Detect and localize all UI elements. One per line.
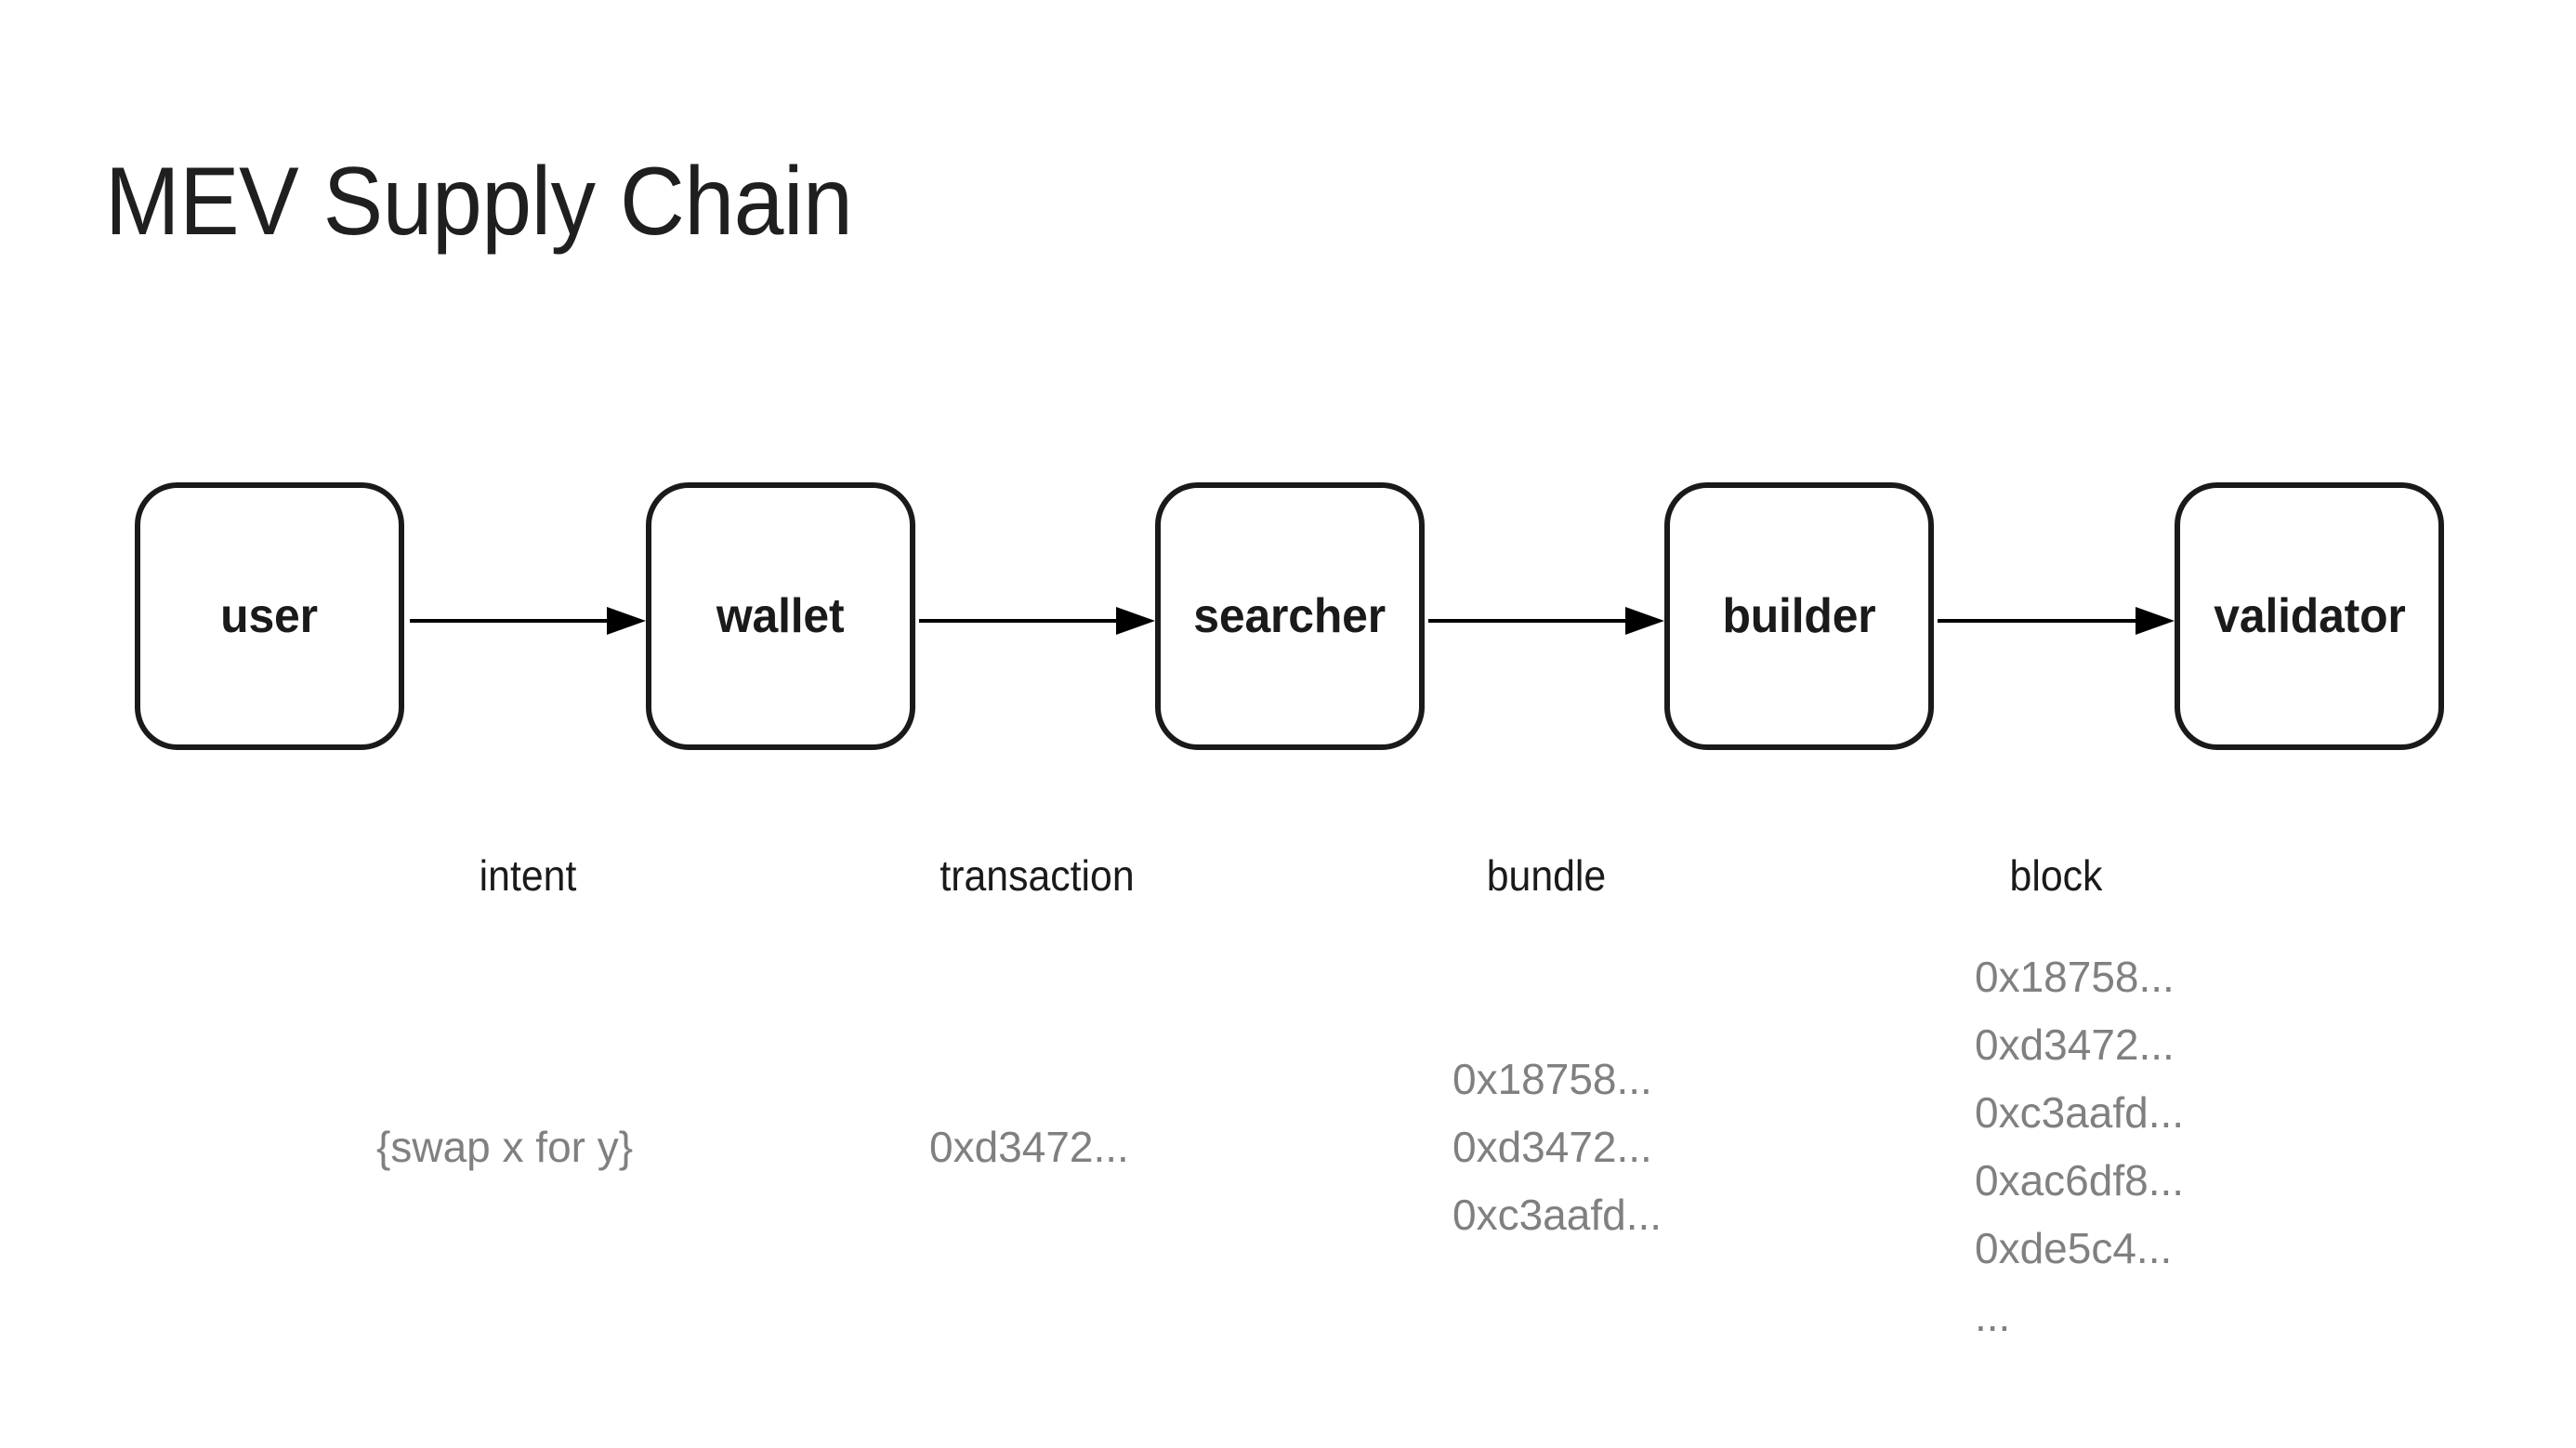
payload-block: 0x18758... 0xd3472... 0xc3aafd... 0xac6d… xyxy=(1975,943,2184,1350)
node-validator[interactable]: validator xyxy=(2175,482,2444,750)
arrow-head-icon xyxy=(2136,607,2175,635)
edge-label-transaction: transaction xyxy=(940,851,1135,900)
payload-line: 0xd3472... xyxy=(1452,1123,1652,1171)
arrow-searcher-to-builder xyxy=(1428,605,1664,637)
payload-intent: {swap x for y} xyxy=(376,1113,633,1181)
node-builder[interactable]: builder xyxy=(1664,482,1934,750)
payload-line: 0xde5c4... xyxy=(1975,1224,2173,1272)
arrow-user-to-wallet xyxy=(410,605,646,637)
payload-line: 0xc3aafd... xyxy=(1975,1088,2185,1137)
arrow-wallet-to-searcher xyxy=(919,605,1155,637)
edge-label-bundle: bundle xyxy=(1486,851,1607,900)
node-searcher[interactable]: searcher xyxy=(1155,482,1425,750)
payload-line: ... xyxy=(1975,1292,2011,1340)
payload-bundle: 0x18758... 0xd3472... 0xc3aafd... xyxy=(1452,1046,1662,1249)
arrow-builder-to-validator xyxy=(1938,605,2175,637)
edge-label-intent: intent xyxy=(479,851,577,900)
payload-line: 0x18758... xyxy=(1975,953,2175,1001)
page-title: MEV Supply Chain xyxy=(105,148,853,256)
node-wallet[interactable]: wallet xyxy=(646,482,915,750)
payload-line: 0xd3472... xyxy=(1975,1020,2175,1069)
node-user-label: user xyxy=(220,589,319,643)
arrow-head-icon xyxy=(1625,607,1664,635)
arrow-head-icon xyxy=(607,607,646,635)
arrow-head-icon xyxy=(1116,607,1155,635)
node-wallet-label: wallet xyxy=(716,589,845,643)
payload-line: 0x18758... xyxy=(1452,1055,1652,1103)
node-searcher-label: searcher xyxy=(1193,589,1387,643)
node-user[interactable]: user xyxy=(135,482,404,750)
arrow-shaft xyxy=(919,619,1116,623)
node-builder-label: builder xyxy=(1722,589,1876,643)
payload-transaction: 0xd3472... xyxy=(929,1113,1129,1181)
arrow-shaft xyxy=(1938,619,2136,623)
arrow-shaft xyxy=(410,619,607,623)
arrow-shaft xyxy=(1428,619,1625,623)
edge-label-block: block xyxy=(2009,851,2103,900)
payload-line: 0xc3aafd... xyxy=(1452,1191,1663,1239)
node-validator-label: validator xyxy=(2213,589,2406,643)
payload-line: 0xd3472... xyxy=(929,1123,1129,1171)
payload-line: {swap x for y} xyxy=(376,1123,634,1171)
payload-line: 0xac6df8... xyxy=(1975,1156,2185,1204)
